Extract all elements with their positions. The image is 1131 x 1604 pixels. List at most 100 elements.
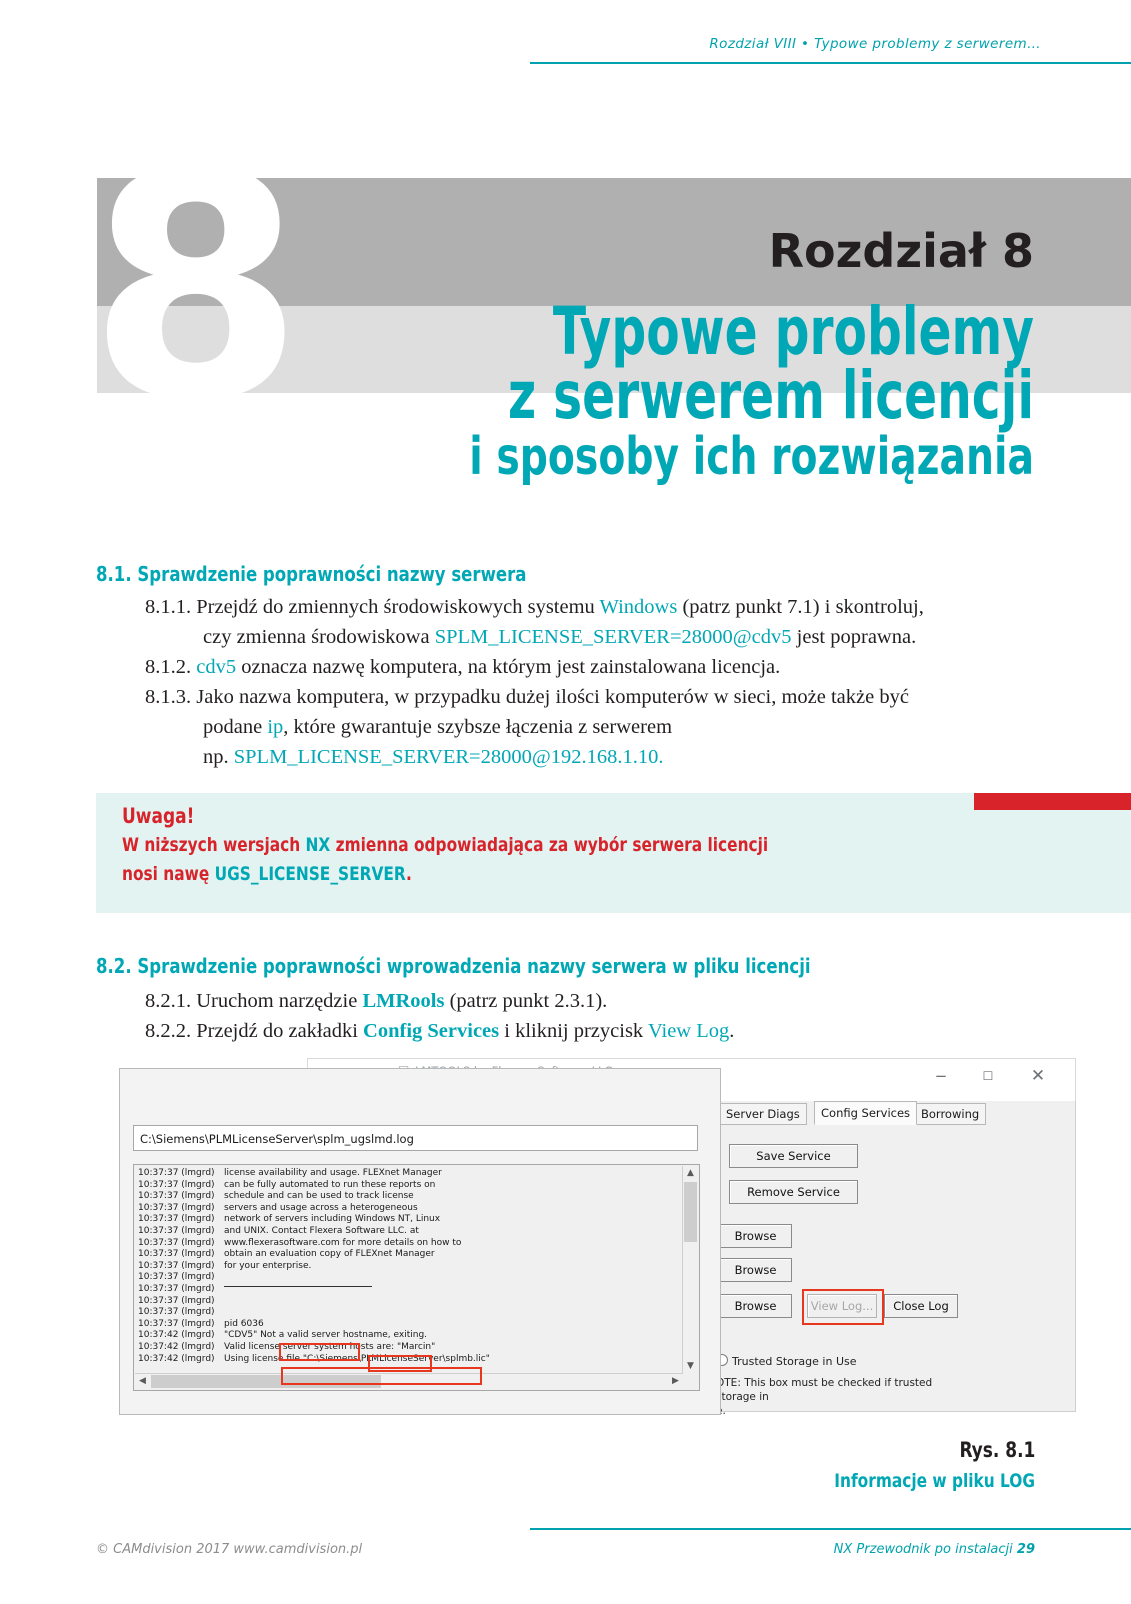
log-line-message: pid 6036: [224, 1318, 264, 1329]
trusted-storage-note: OTE: This box must be checked if trusted…: [716, 1377, 933, 1417]
page-header: Rozdział VIII • Typowe problemy z serwer…: [0, 0, 1131, 70]
log-line-timestamp: 10:37:37 (lmgrd): [138, 1249, 215, 1260]
log-line-message: schedule and can be used to track licens…: [224, 1191, 414, 1202]
chapter-title: Typowe problemy z serwerem licencji i sp…: [0, 293, 1034, 486]
close-icon[interactable]: ✕: [1021, 1065, 1055, 1087]
log-line: 10:37:42 (lmgrd) Using license file "C:\S…: [138, 1354, 490, 1366]
log-line: 10:37:42 (lmgrd) Valid license server sys…: [138, 1342, 490, 1354]
log-line-timestamp: 10:37:42 (lmgrd): [138, 1353, 215, 1364]
browse-button-2[interactable]: Browse: [719, 1258, 792, 1282]
paragraph-822: 8.2.2. Przejdź do zakładki Config Servic…: [145, 1016, 1045, 1046]
p811-text2: (patrz punkt 7.1) i skontroluj,: [677, 596, 924, 618]
scroll-up-icon[interactable]: ▲: [683, 1166, 698, 1181]
tab-server-diags[interactable]: Server Diags: [719, 1103, 807, 1125]
header-divider: [530, 62, 1131, 64]
paragraph-812: 8.1.2. cdv5 oznacza nazwę komputera, na …: [145, 652, 1045, 682]
section-heading-82: 8.2. Sprawdzenie poprawności wprowadzeni…: [96, 954, 811, 978]
log-file-path-field[interactable]: C:\Siemens\PLMLicenseServer\splm_ugslmd.…: [133, 1125, 698, 1151]
paragraph-821: 8.2.1. Uruchom narzędzie LMRools (patrz …: [145, 986, 1045, 1016]
vertical-scroll-thumb[interactable]: [684, 1182, 697, 1242]
log-horizontal-scrollbar[interactable]: ◀ ▶: [135, 1373, 683, 1389]
log-line: 10:37:37 (lmgrd) for your enterprise.: [138, 1261, 490, 1273]
save-service-button[interactable]: Save Service: [729, 1144, 858, 1168]
browse-button-1[interactable]: Browse: [719, 1224, 792, 1248]
p822-term-config-services: Config Services: [363, 1020, 500, 1042]
footer-book-title: NX Przewodnik po instalacji 29: [834, 1542, 1035, 1557]
warning-title: Uwaga!: [122, 804, 195, 828]
p813-text4: np.: [203, 746, 234, 768]
log-line-separator: [224, 1285, 372, 1287]
warning-l1-b: zmienna odpowiadająca za wybór serwera l…: [330, 834, 769, 856]
log-vertical-scrollbar[interactable]: ▲ ▼: [682, 1166, 698, 1374]
p813-term-ip: ip: [267, 716, 284, 738]
footer-title-text: NX Przewodnik po instalacji: [833, 1542, 1017, 1557]
p822-text1: Przejdź do zakładki: [191, 1020, 364, 1042]
log-output-area[interactable]: 10:37:37 (lmgrd) license availability and…: [133, 1164, 700, 1391]
p821-text2: (patrz punkt 2.3.1).: [444, 990, 608, 1012]
warning-l2-a: nosi nawę: [122, 863, 215, 885]
log-line: 10:37:37 (lmgrd) servers and usage across…: [138, 1203, 490, 1215]
p811-text3: czy zmienna środowiskowa: [203, 626, 435, 648]
log-line-timestamp: 10:37:37 (lmgrd): [138, 1318, 215, 1329]
log-line-timestamp: 10:37:37 (lmgrd): [138, 1202, 215, 1213]
log-line: 10:37:37 (lmgrd): [138, 1307, 490, 1319]
item-number-813: 8.1.3.: [145, 686, 192, 708]
minimize-icon[interactable]: −: [924, 1065, 958, 1087]
log-line: 10:37:37 (lmgrd): [138, 1272, 490, 1284]
tab-config-services[interactable]: Config Services: [814, 1101, 918, 1125]
footer-divider: [530, 1528, 1131, 1530]
log-line-message: obtain an evaluation copy of FLEXnet Man…: [224, 1249, 435, 1260]
p821-term-lmtools: LMRools: [362, 990, 445, 1012]
p822-term-view-log: View Log: [647, 1020, 730, 1042]
log-line-timestamp: 10:37:37 (lmgrd): [138, 1191, 215, 1202]
warning-l1-a: W niższych wersjach: [122, 834, 306, 856]
log-line-message: for your enterprise.: [224, 1260, 312, 1271]
log-line-timestamp: 10:37:37 (lmgrd): [138, 1307, 215, 1318]
p813-term-splm-ip: SPLM_LICENSE_SERVER=28000@192.168.1.10.: [233, 746, 664, 768]
trusted-storage-label: Trusted Storage in Use: [732, 1355, 857, 1368]
log-line: 10:37:37 (lmgrd) can be fully automated t…: [138, 1180, 490, 1192]
chapter-title-line1: Typowe problemy: [552, 293, 1034, 370]
log-line-timestamp: 10:37:37 (lmgrd): [138, 1214, 215, 1225]
chapter-label: Rozdział 8: [768, 224, 1034, 278]
horizontal-scroll-thumb[interactable]: [151, 1375, 381, 1388]
log-line-timestamp: 10:37:37 (lmgrd): [138, 1225, 215, 1236]
p822-text3: .: [729, 1020, 735, 1042]
paragraph-813: 8.1.3. Jako nazwa komputera, w przypadku…: [145, 682, 1045, 772]
log-line-timestamp: 10:37:37 (lmgrd): [138, 1179, 215, 1190]
warning-content: Uwaga! W niższych wersjach NX zmienna od…: [122, 801, 768, 889]
warning-term-ugs: UGS_LICENSE_SERVER: [214, 863, 407, 885]
warning-box: Uwaga! W niższych wersjach NX zmienna od…: [96, 793, 1131, 913]
lmtools-screenshot-figure: ▣ LMTOOLS by Flexera Software LLC − ☐ ✕ …: [119, 1058, 1076, 1418]
close-log-button[interactable]: Close Log: [884, 1294, 958, 1318]
p811-text1: Przejdź do zmiennych środowiskowych syst…: [191, 596, 600, 618]
log-line: 10:37:37 (lmgrd) pid 6036: [138, 1319, 490, 1331]
running-head: Rozdział VIII • Typowe problemy z serwer…: [709, 36, 1041, 52]
warning-accent-bar: [974, 793, 1131, 810]
scroll-left-icon[interactable]: ◀: [135, 1374, 150, 1389]
footer-copyright: © CAMdivision 2017 www.camdivision.pl: [96, 1542, 363, 1557]
log-line-list: 10:37:37 (lmgrd) license availability and…: [138, 1168, 490, 1365]
scroll-down-icon[interactable]: ▼: [683, 1359, 698, 1374]
warning-line-2: nosi nawę UGS_LICENSE_SERVER.: [122, 860, 768, 889]
warning-term-nx: NX: [305, 834, 331, 856]
trusted-storage-checkbox-row[interactable]: Trusted Storage in Use: [716, 1354, 857, 1368]
figure-number: Rys. 8.1: [959, 1438, 1035, 1462]
log-line-message: www.flexerasoftware.com for more details…: [224, 1237, 462, 1248]
paragraph-811: 8.1.1. Przejdź do zmiennych środowiskowy…: [145, 592, 1045, 652]
log-line-timestamp: 10:37:37 (lmgrd): [138, 1283, 215, 1294]
log-line-message: Valid license server system hosts are: "…: [224, 1341, 436, 1352]
p821-text1: Uruchom narzędzie: [191, 990, 363, 1012]
lmtools-log-window: C:\Siemens\PLMLicenseServer\splm_ugslmd.…: [119, 1068, 721, 1415]
remove-service-button[interactable]: Remove Service: [729, 1180, 858, 1204]
log-line-message: and UNIX. Contact Flexera Software LLC. …: [224, 1225, 419, 1236]
item-number-821: 8.2.1.: [145, 990, 192, 1012]
scroll-right-icon[interactable]: ▶: [668, 1374, 683, 1389]
view-log-button[interactable]: View Log...: [807, 1294, 877, 1318]
maximize-icon[interactable]: ☐: [971, 1065, 1005, 1087]
browse-button-3[interactable]: Browse: [719, 1294, 792, 1318]
p811-term-windows: Windows: [599, 596, 678, 618]
item-number-811: 8.1.1.: [145, 596, 192, 618]
page-number: 29: [1016, 1542, 1035, 1557]
tab-borrowing[interactable]: Borrowing: [914, 1103, 987, 1125]
